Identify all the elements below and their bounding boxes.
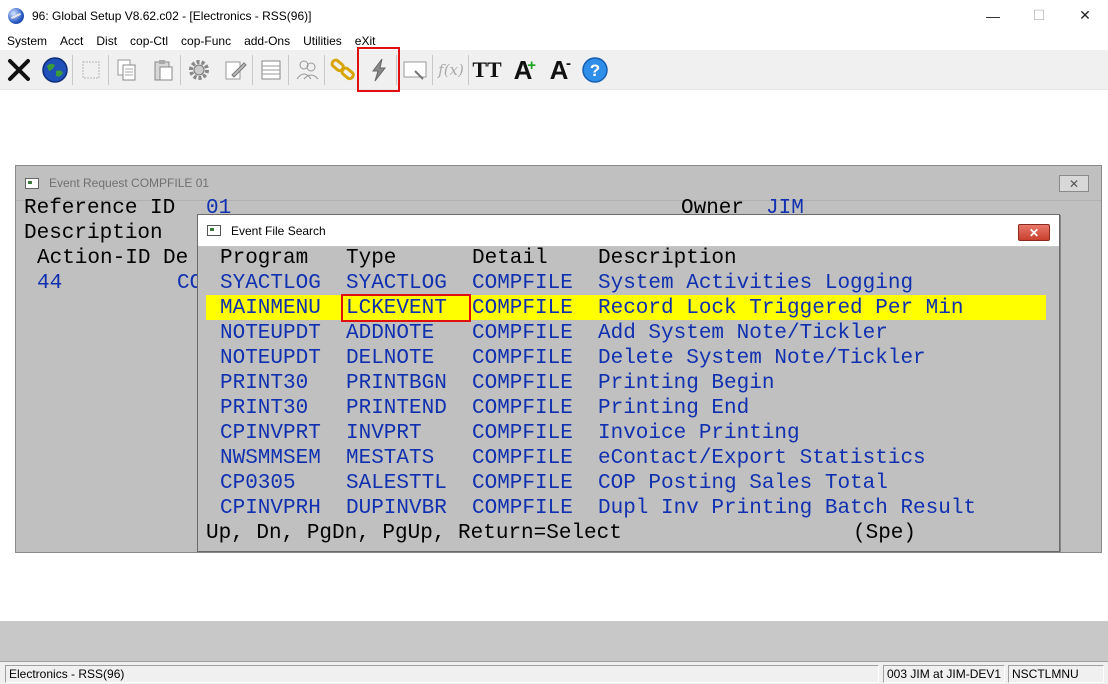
- paste-icon[interactable]: [146, 53, 180, 87]
- cell-detail[interactable]: COMPFILE: [472, 346, 573, 371]
- cell-program[interactable]: CP0305: [220, 471, 296, 496]
- table-icon[interactable]: [252, 53, 288, 87]
- font-decrease-icon[interactable]: A -: [542, 53, 576, 87]
- description-label: Description: [24, 222, 163, 245]
- action-id-value[interactable]: 44: [37, 271, 62, 296]
- cell-type[interactable]: DUPINVBR: [346, 496, 447, 521]
- font-increase-icon[interactable]: A +: [506, 53, 540, 87]
- menu-system[interactable]: System: [7, 34, 47, 48]
- screen-icon[interactable]: [396, 53, 432, 87]
- cell-program[interactable]: NOTEUPDT: [220, 321, 321, 346]
- cell-type[interactable]: SALESTTL: [346, 471, 447, 496]
- help-icon[interactable]: ?: [578, 53, 612, 87]
- cell-description[interactable]: Record Lock Triggered Per Min: [598, 296, 963, 321]
- close-x-icon[interactable]: [2, 53, 36, 87]
- status-company: Electronics - RSS(96): [5, 665, 879, 683]
- cell-program[interactable]: PRINT30: [220, 371, 308, 396]
- cell-type[interactable]: DELNOTE: [346, 346, 434, 371]
- cell-detail[interactable]: COMPFILE: [472, 496, 573, 521]
- event-file-search-dialog: Event File Search ✕ Program Type Detail …: [197, 214, 1060, 552]
- function-icon[interactable]: f(x): [432, 53, 468, 87]
- dialog-close-button[interactable]: ✕: [1018, 224, 1050, 241]
- cell-detail[interactable]: COMPFILE: [472, 446, 573, 471]
- cell-detail[interactable]: COMPFILE: [472, 371, 573, 396]
- cell-description[interactable]: Printing Begin: [598, 371, 774, 396]
- blank-icon[interactable]: [72, 53, 108, 87]
- gear-icon[interactable]: [180, 53, 216, 87]
- action-header: Action-ID De: [37, 247, 189, 270]
- cell-detail[interactable]: COMPFILE: [472, 321, 573, 346]
- cell-type[interactable]: INVPRT: [346, 421, 422, 446]
- cell-program[interactable]: NWSMMSEM: [220, 446, 321, 471]
- callout-box: [341, 294, 471, 322]
- menu-bar: System Acct Dist cop-Ctl cop-Func add-On…: [0, 31, 1108, 50]
- cell-program[interactable]: MAINMENU: [220, 296, 321, 321]
- cell-type[interactable]: PRINTBGN: [346, 371, 447, 396]
- copy-icon[interactable]: [108, 53, 144, 87]
- cell-program[interactable]: PRINT30: [220, 396, 308, 421]
- title-bar: 96: Global Setup V8.62.c02 - [Electronic…: [0, 0, 1108, 31]
- minimize-button[interactable]: —: [970, 0, 1016, 31]
- cell-description[interactable]: System Activities Logging: [598, 271, 913, 296]
- cell-detail[interactable]: COMPFILE: [472, 471, 573, 496]
- globe-icon[interactable]: [38, 53, 72, 87]
- cell-program[interactable]: NOTEUPDT: [220, 346, 321, 371]
- window-title: 96: Global Setup V8.62.c02 - [Electronic…: [32, 8, 312, 23]
- cell-program[interactable]: CPINVPRH: [220, 496, 321, 521]
- menu-cop-ctl[interactable]: cop-Ctl: [130, 34, 168, 48]
- cell-type[interactable]: SYACTLOG: [346, 271, 447, 296]
- cell-description[interactable]: Add System Note/Tickler: [598, 321, 888, 346]
- dialog-title: Event File Search: [231, 223, 326, 238]
- menu-dist[interactable]: Dist: [96, 34, 117, 48]
- header-program: Program: [220, 247, 309, 270]
- menu-utilities[interactable]: Utilities: [303, 34, 342, 48]
- cell-detail[interactable]: COMPFILE: [472, 271, 573, 296]
- dialog-footer-keys: Up, Dn, PgDn, PgUp, Return=Select: [206, 522, 622, 545]
- callout-box: [357, 47, 400, 92]
- cell-program[interactable]: CPINVPRT: [220, 421, 321, 446]
- maximize-button[interactable]: ☐: [1016, 0, 1062, 31]
- cell-detail[interactable]: COMPFILE: [472, 421, 573, 446]
- cell-description[interactable]: Printing End: [598, 396, 749, 421]
- cell-description[interactable]: Dupl Inv Printing Batch Result: [598, 496, 976, 521]
- window-menu-icon[interactable]: [25, 177, 39, 189]
- menu-exit[interactable]: eXit: [355, 34, 376, 48]
- toolbar: f(x) TT A + A - ?: [0, 50, 1108, 90]
- status-program: NSCTLMNU: [1008, 665, 1104, 683]
- menu-cop-func[interactable]: cop-Func: [181, 34, 231, 48]
- header-type: Type: [346, 247, 397, 270]
- status-user: 003 JIM at JIM-DEV1: [883, 665, 1005, 683]
- cell-description[interactable]: Delete System Note/Tickler: [598, 346, 926, 371]
- cell-description[interactable]: eContact/Export Statistics: [598, 446, 926, 471]
- event-request-title: Event Request COMPFILE 01: [49, 176, 210, 190]
- event-request-close-button[interactable]: ✕: [1059, 175, 1089, 192]
- edit-icon[interactable]: [218, 53, 252, 87]
- bottom-band: [0, 621, 1108, 661]
- cell-description[interactable]: COP Posting Sales Total: [598, 471, 888, 496]
- cell-detail[interactable]: COMPFILE: [472, 296, 573, 321]
- people-icon[interactable]: [288, 53, 324, 87]
- window-menu-icon[interactable]: [207, 225, 221, 236]
- cell-type[interactable]: PRINTEND: [346, 396, 447, 421]
- menu-acct[interactable]: Acct: [60, 34, 83, 48]
- reference-label: Reference ID: [24, 197, 176, 220]
- cell-description[interactable]: Invoice Printing: [598, 421, 800, 446]
- font-icon[interactable]: TT: [468, 53, 504, 87]
- status-bar: Electronics - RSS(96) 003 JIM at JIM-DEV…: [0, 661, 1108, 684]
- menu-add-ons[interactable]: add-Ons: [244, 34, 290, 48]
- header-detail: Detail: [472, 247, 548, 270]
- app-icon: [8, 7, 24, 24]
- cell-program[interactable]: SYACTLOG: [220, 271, 321, 296]
- cell-detail[interactable]: COMPFILE: [472, 396, 573, 421]
- dialog-footer-right: (Spe): [853, 522, 917, 545]
- cell-type[interactable]: ADDNOTE: [346, 321, 434, 346]
- svg-text:?: ?: [590, 61, 600, 80]
- header-description: Description: [598, 247, 737, 270]
- link-icon[interactable]: [324, 53, 360, 87]
- close-button[interactable]: ✕: [1062, 0, 1108, 31]
- cell-type[interactable]: MESTATS: [346, 446, 434, 471]
